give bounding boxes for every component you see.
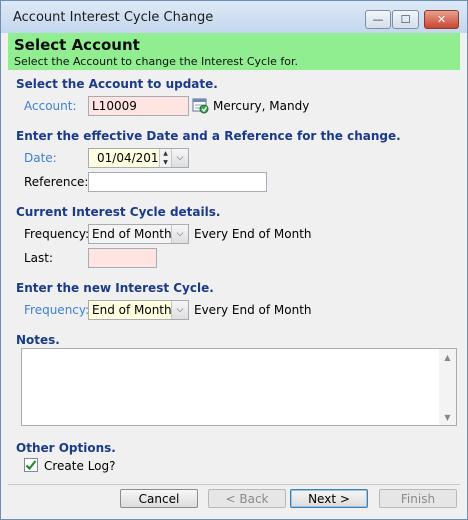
chevron-down-icon[interactable]: ⌵ <box>171 225 188 243</box>
current-frequency-value: End of Month <box>92 227 172 241</box>
wizard-header: Select Account Select the Account to cha… <box>8 33 460 70</box>
page-subtitle: Select the Account to change the Interes… <box>14 55 299 68</box>
minimize-button[interactable]: — <box>365 10 391 29</box>
date-picker[interactable]: 01/04/2016 ▲ ▼ ⌵ <box>88 148 189 168</box>
current-frequency-select[interactable]: End of Month ⌵ <box>88 224 189 244</box>
notes-heading: Notes. <box>16 333 60 347</box>
last-date-field[interactable] <box>88 248 157 268</box>
chevron-down-icon[interactable]: ⌵ <box>171 149 188 167</box>
maximize-button[interactable]: ☐ <box>392 10 419 29</box>
account-name: Mercury, Mandy <box>213 99 310 113</box>
scroll-up-icon[interactable]: ▲ <box>439 349 456 365</box>
reference-input[interactable] <box>88 172 267 192</box>
checkmark-icon <box>25 460 37 471</box>
maximize-icon: ☐ <box>400 13 411 26</box>
date-section-heading: Enter the effective Date and a Reference… <box>16 129 401 143</box>
page-title: Select Account <box>14 36 140 54</box>
notes-textarea[interactable]: ▲ ▼ <box>21 348 457 426</box>
notes-scrollbar[interactable]: ▲ ▼ <box>439 349 456 425</box>
new-cycle-heading: Enter the new Interest Cycle. <box>16 281 214 295</box>
new-frequency-desc: Every End of Month <box>194 303 312 317</box>
date-spinner[interactable]: ▲ ▼ <box>159 149 171 167</box>
scroll-down-icon[interactable]: ▼ <box>439 409 456 425</box>
other-options-heading: Other Options. <box>16 441 116 455</box>
date-value: 01/04/2016 <box>97 151 167 165</box>
create-log-label[interactable]: Create Log? <box>44 459 116 473</box>
close-button[interactable]: ✕ <box>424 10 459 29</box>
last-label: Last: <box>24 251 54 265</box>
new-frequency-select[interactable]: End of Month ⌵ <box>88 300 189 320</box>
back-button[interactable]: < Back <box>208 489 286 508</box>
minimize-icon: — <box>372 13 384 26</box>
title-bar[interactable]: Account Interest Cycle Change — ☐ ✕ <box>1 1 467 33</box>
new-frequency-value: End of Month <box>92 303 172 317</box>
cancel-button[interactable]: Cancel <box>120 489 198 508</box>
account-lookup-icon[interactable] <box>192 97 209 114</box>
current-frequency-desc: Every End of Month <box>194 227 312 241</box>
dialog-window: Account Interest Cycle Change — ☐ ✕ Sele… <box>0 0 468 520</box>
new-frequency-label: Frequency: <box>24 303 90 317</box>
window-title: Account Interest Cycle Change <box>13 10 214 25</box>
footer-divider <box>8 484 460 485</box>
finish-button[interactable]: Finish <box>379 489 457 508</box>
account-section-heading: Select the Account to update. <box>16 77 218 91</box>
spin-down-icon[interactable]: ▼ <box>163 159 168 166</box>
current-frequency-label: Frequency: <box>24 227 90 241</box>
create-log-checkbox[interactable] <box>24 458 38 472</box>
reference-label: Reference: <box>24 175 89 189</box>
current-cycle-heading: Current Interest Cycle details. <box>16 205 221 219</box>
account-label: Account: <box>24 99 77 113</box>
close-icon: ✕ <box>436 13 447 26</box>
spin-up-icon[interactable]: ▲ <box>163 150 168 157</box>
account-input[interactable]: L10009 <box>88 96 189 116</box>
date-label: Date: <box>24 151 57 165</box>
next-button[interactable]: Next > <box>290 489 368 508</box>
chevron-down-icon[interactable]: ⌵ <box>171 301 188 319</box>
